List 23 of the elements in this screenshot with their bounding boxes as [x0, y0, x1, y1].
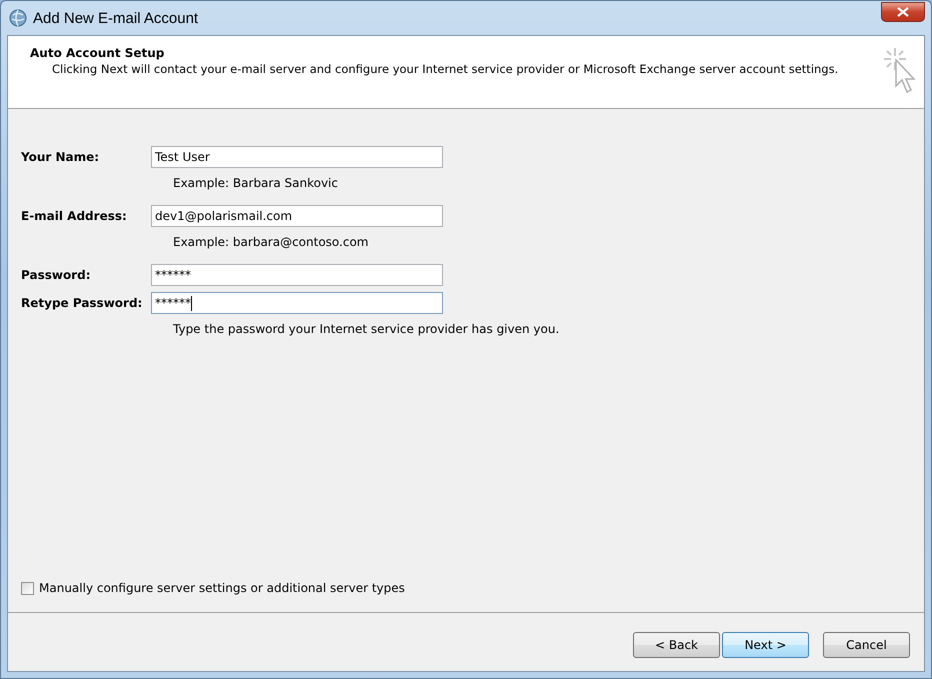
- checkbox-label[interactable]: Manually configure server settings or additional server types: [39, 581, 405, 595]
- section-description: Clicking Next will contact your e-mail server and configure your Internet service provider or Microsoft Exchange server account settings.: [51, 62, 838, 76]
- cursor-sparkle-icon: [882, 46, 916, 94]
- field-label: E-mail Address:: [21, 209, 128, 223]
- hint-text: Example: Barbara Sankovic: [173, 176, 339, 190]
- section-title: Auto Account Setup: [30, 46, 166, 60]
- dialog-button[interactable]: Cancel: [823, 632, 910, 658]
- globe-icon: [9, 9, 27, 27]
- window-title: Add New E-mail Account: [33, 10, 200, 26]
- input-field[interactable]: ******: [151, 264, 443, 286]
- close-icon: [897, 7, 909, 17]
- field-label: Password:: [21, 268, 92, 282]
- hint-text: Type the password your Internet service provider has given you.: [173, 322, 560, 336]
- close-button[interactable]: [881, 2, 925, 22]
- checkbox[interactable]: [21, 582, 34, 594]
- dialog-button[interactable]: < Back: [633, 632, 720, 658]
- input-field[interactable]: ******: [151, 292, 443, 314]
- field-label: Retype Password:: [21, 296, 144, 310]
- field-label: Your Name:: [21, 150, 100, 164]
- dialog-button[interactable]: Next >: [722, 632, 809, 658]
- hint-text: Example: barbara@contoso.com: [173, 235, 370, 249]
- input-field[interactable]: dev1@polarismail.com: [151, 205, 443, 227]
- input-field[interactable]: Test User: [151, 146, 443, 168]
